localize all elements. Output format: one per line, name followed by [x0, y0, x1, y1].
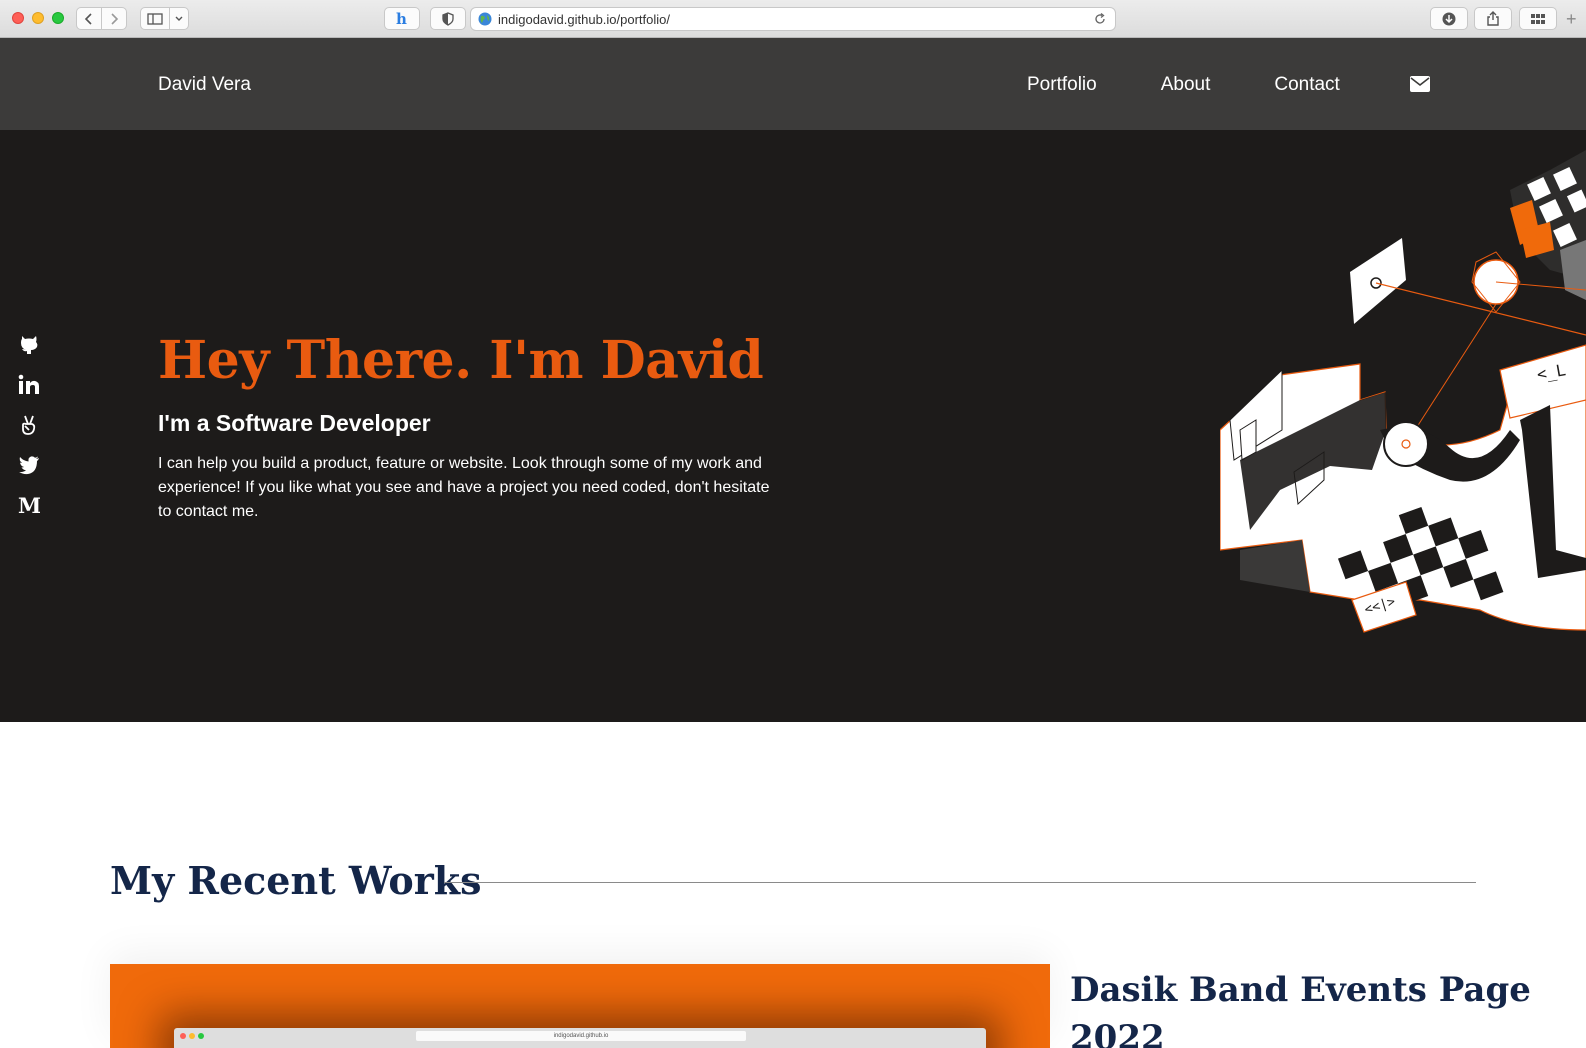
extension-button[interactable]: h	[384, 7, 420, 30]
medium-icon[interactable]: M	[18, 494, 40, 516]
download-icon	[1442, 12, 1456, 25]
grid-icon	[1531, 13, 1545, 24]
minimize-window-button[interactable]	[32, 12, 44, 24]
zoom-window-button[interactable]	[52, 12, 64, 24]
hero-description: I can help you build a product, feature …	[158, 455, 770, 520]
nav-link-about[interactable]: About	[1161, 74, 1211, 96]
svg-text:h: h	[396, 11, 407, 27]
envelope-icon[interactable]	[1410, 76, 1430, 92]
sidebar-menu-button[interactable]	[169, 7, 189, 30]
thumb-minimize-dot	[189, 1033, 195, 1039]
url-text: indigodavid.github.io/portfolio/	[498, 11, 671, 27]
sidebar-toggle-button[interactable]	[140, 7, 170, 30]
nav-links: Portfolio About Contact	[1027, 74, 1404, 96]
downloads-button[interactable]	[1430, 7, 1468, 30]
angellist-icon[interactable]	[18, 414, 40, 436]
nav-link-contact[interactable]: Contact	[1274, 74, 1339, 96]
chevron-down-icon	[175, 16, 183, 21]
honey-extension-icon: h	[396, 11, 407, 27]
forward-button[interactable]	[101, 7, 127, 30]
brand-link[interactable]: David Vera	[158, 74, 251, 96]
browser-toolbar: h indigodavid.github.io/portfolio/ +	[0, 0, 1586, 38]
linkedin-icon[interactable]	[18, 374, 40, 396]
address-bar[interactable]: indigodavid.github.io/portfolio/	[470, 7, 1116, 31]
section-divider	[444, 882, 1476, 883]
checker-tower	[1510, 150, 1586, 300]
hero-subtitle: I'm a Software Developer	[158, 410, 431, 436]
back-button[interactable]	[76, 7, 102, 30]
social-links: M	[18, 334, 40, 534]
thumbnail-browser-window: indigodavid.github.io	[174, 1028, 986, 1048]
share-icon	[1487, 11, 1499, 26]
hero-illustration: <_L <<|>	[1220, 150, 1586, 633]
site-navbar: David Vera Portfolio About Contact	[0, 38, 1586, 130]
thumb-zoom-dot	[198, 1033, 204, 1039]
shield-icon	[442, 11, 454, 26]
github-icon[interactable]	[18, 334, 40, 356]
svg-text:M: M	[18, 494, 40, 516]
chevron-right-icon	[111, 12, 119, 25]
thumb-close-dot	[180, 1033, 186, 1039]
sidebar-icon	[147, 12, 163, 25]
recent-works-heading: My Recent Works	[110, 858, 482, 903]
share-button[interactable]	[1474, 7, 1512, 30]
tab-overview-button[interactable]	[1519, 7, 1557, 30]
nav-link-portfolio[interactable]: Portfolio	[1027, 74, 1097, 96]
thumb-url: indigodavid.github.io	[416, 1031, 746, 1041]
close-window-button[interactable]	[12, 12, 24, 24]
globe-icon	[478, 12, 492, 26]
twitter-icon[interactable]	[18, 454, 40, 476]
chevron-left-icon	[84, 12, 92, 25]
project-thumbnail[interactable]: indigodavid.github.io	[110, 964, 1050, 1048]
privacy-button[interactable]	[430, 7, 466, 30]
new-tab-button[interactable]: +	[1566, 10, 1577, 28]
hero-section: M Hey There. I'm David I'm a Software De…	[0, 130, 1586, 722]
project-title[interactable]: Dasik Band Events Page 2022	[1070, 966, 1540, 1048]
hero-title: Hey There. I'm David	[158, 330, 764, 391]
reload-icon[interactable]	[1093, 12, 1107, 26]
